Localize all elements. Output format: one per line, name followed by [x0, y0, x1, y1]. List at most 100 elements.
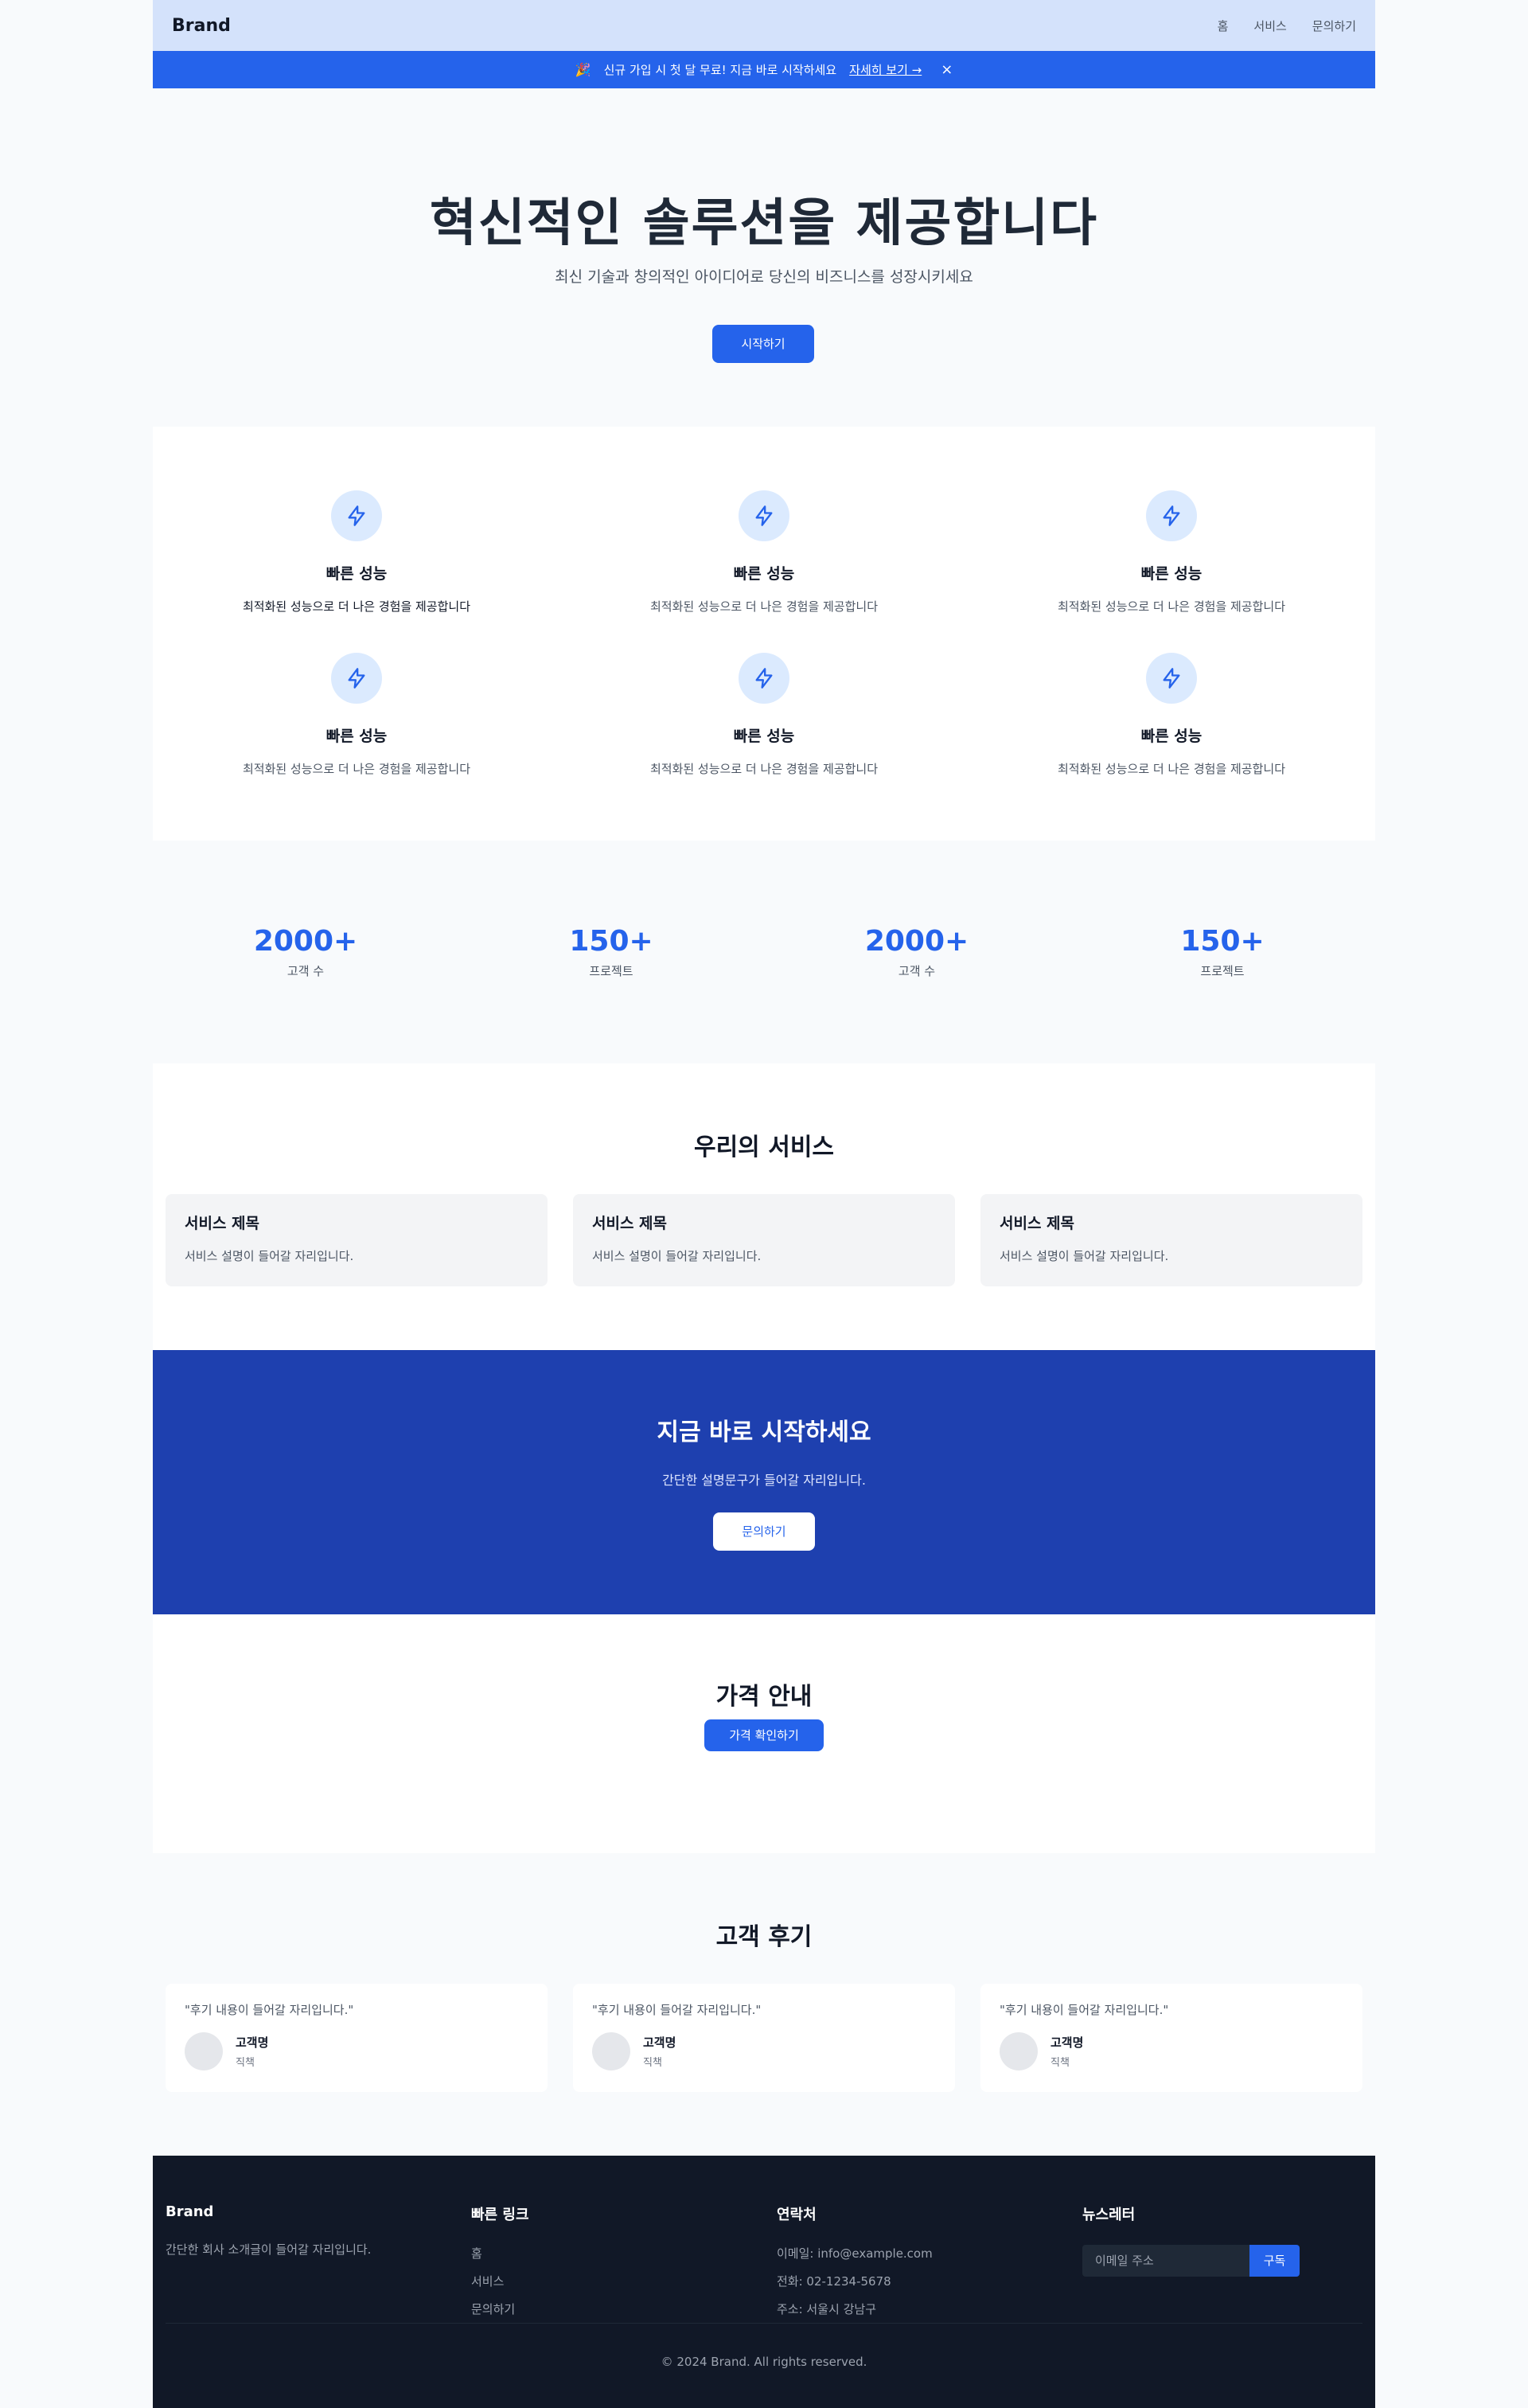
- brand-logo[interactable]: Brand: [172, 16, 231, 36]
- footer-phone: 전화: 02-1234-5678: [777, 2274, 891, 2289]
- lightning-icon: [739, 490, 789, 541]
- contact-button[interactable]: 문의하기: [713, 1512, 815, 1551]
- service-title: 서비스 제목: [592, 1215, 668, 1232]
- feature-item: 빠른 성능 최적화된 성능으로 더 나은 경험을 제공합니다: [166, 653, 548, 777]
- avatar: [1000, 2032, 1038, 2070]
- nav-contact-link[interactable]: 문의하기: [1312, 18, 1356, 34]
- testimonial-quote: "후기 내용이 들어갈 자리입니다.": [1000, 2003, 1169, 2017]
- service-card[interactable]: 서비스 제목 서비스 설명이 들어갈 자리입니다.: [166, 1194, 548, 1286]
- site-header: Brand 홈 서비스 문의하기: [153, 0, 1375, 51]
- author-role: 직책: [1050, 2057, 1070, 2069]
- feature-desc: 최적화된 성능으로 더 나은 경험을 제공합니다: [242, 599, 471, 614]
- hero-title: 혁신적인 솔루션을 제공합니다: [429, 194, 1098, 253]
- feature-item: 빠른 성능 최적화된 성능으로 더 나은 경험을 제공합니다: [573, 653, 955, 777]
- stat-number: 2000+: [864, 925, 969, 958]
- testimonial-author: 고객명 직책: [185, 2032, 528, 2070]
- start-button[interactable]: 시작하기: [712, 325, 814, 363]
- feature-item: 빠른 성능 최적화된 성능으로 더 나은 경험을 제공합니다: [980, 490, 1362, 615]
- feature-desc: 최적화된 성능으로 더 나은 경험을 제공합니다: [1057, 762, 1286, 776]
- testimonials-section: 고객 후기 "후기 내용이 들어갈 자리입니다." 고객명 직책 "후기 내용이…: [153, 1853, 1375, 2156]
- party-popper-icon: 🎉: [575, 62, 591, 77]
- footer-contact: 연락처 이메일: info@example.com 전화: 02-1234-56…: [777, 2203, 1057, 2317]
- feature-title: 빠른 성능: [733, 565, 795, 583]
- landing-page: Brand 홈 서비스 문의하기 🎉 신규 가입 시 첫 달 무료! 지금 바로…: [153, 0, 1375, 2408]
- testimonial-quote: "후기 내용이 들어갈 자리입니다.": [592, 2003, 762, 2017]
- stat-label: 프로젝트: [589, 964, 633, 978]
- features-section: 빠른 성능 최적화된 성능으로 더 나은 경험을 제공합니다 빠른 성능 최적화…: [153, 427, 1375, 841]
- avatar: [592, 2032, 630, 2070]
- testimonial-quote: "후기 내용이 들어갈 자리입니다.": [185, 2003, 354, 2017]
- stat-number: 2000+: [253, 925, 358, 958]
- footer-link-contact[interactable]: 문의하기: [471, 2301, 751, 2317]
- stat-label: 프로젝트: [1200, 964, 1245, 978]
- hero-subtitle: 최신 기술과 창의적인 아이디어로 당신의 비즈니스를 성장시키세요: [555, 268, 973, 286]
- main-nav: 홈 서비스 문의하기: [1218, 18, 1356, 34]
- newsletter-email-input[interactable]: 이메일 주소: [1082, 2245, 1249, 2277]
- feature-item: 빠른 성능 최적화된 성능으로 더 나은 경험을 제공합니다: [980, 653, 1362, 777]
- stat-item: 150+ 프로젝트: [458, 925, 764, 979]
- service-card[interactable]: 서비스 제목 서비스 설명이 들어갈 자리입니다.: [573, 1194, 955, 1286]
- footer-email: 이메일: info@example.com: [777, 2246, 933, 2261]
- service-card[interactable]: 서비스 제목 서비스 설명이 들어갈 자리입니다.: [980, 1194, 1362, 1286]
- testimonial-card: "후기 내용이 들어갈 자리입니다." 고객명 직책: [166, 1984, 548, 2092]
- copyright-text: © 2024 Brand. All rights reserved.: [661, 2355, 867, 2369]
- lightning-icon: [1146, 653, 1197, 704]
- banner-text: 신규 가입 시 첫 달 무료! 지금 바로 시작하세요: [603, 63, 837, 77]
- feature-title: 빠른 성능: [1140, 565, 1203, 583]
- nav-services-link[interactable]: 서비스: [1253, 18, 1286, 34]
- footer-links: 빠른 링크 홈 서비스 문의하기: [471, 2203, 751, 2317]
- services-title: 우리의 서비스: [693, 1134, 835, 1161]
- footer-brand: Brand: [166, 2203, 214, 2220]
- feature-desc: 최적화된 성능으로 더 나은 경험을 제공합니다: [242, 762, 471, 776]
- testimonial-author: 고객명 직책: [592, 2032, 936, 2070]
- newsletter-form: 이메일 주소 구독: [1082, 2245, 1362, 2277]
- check-pricing-button[interactable]: 가격 확인하기: [704, 1719, 824, 1751]
- close-icon[interactable]: ×: [941, 61, 953, 78]
- feature-item: 빠른 성능 최적화된 성능으로 더 나은 경험을 제공합니다: [573, 490, 955, 615]
- subscribe-button[interactable]: 구독: [1249, 2245, 1300, 2277]
- stats-section: 2000+ 고객 수 150+ 프로젝트 2000+ 고객 수 150+ 프로젝…: [153, 841, 1375, 1064]
- footer-address: 주소: 서울시 강남구: [777, 2302, 876, 2316]
- testimonial-card: "후기 내용이 들어갈 자리입니다." 고객명 직책: [980, 1984, 1362, 2092]
- hero-section: 혁신적인 솔루션을 제공합니다 최신 기술과 창의적인 아이디어로 당신의 비즈…: [153, 88, 1375, 427]
- pricing-title: 가격 안내: [715, 1683, 813, 1711]
- banner-more-link[interactable]: 자세히 보기 →: [849, 61, 922, 78]
- lightning-icon: [331, 490, 382, 541]
- stat-number: 150+: [569, 925, 653, 958]
- stat-item: 2000+ 고객 수: [153, 925, 458, 979]
- pricing-section: 가격 안내 가격 확인하기: [153, 1614, 1375, 1853]
- stat-label: 고객 수: [898, 964, 936, 978]
- author-name: 고객명: [643, 2035, 676, 2050]
- feature-desc: 최적화된 성능으로 더 나은 경험을 제공합니다: [649, 599, 879, 614]
- stat-item: 150+ 프로젝트: [1070, 925, 1375, 979]
- footer-about: Brand 간단한 회사 소개글이 들어갈 자리입니다.: [166, 2203, 446, 2258]
- service-desc: 서비스 설명이 들어갈 자리입니다.: [185, 1249, 354, 1263]
- avatar: [185, 2032, 223, 2070]
- lightning-icon: [1146, 490, 1197, 541]
- service-desc: 서비스 설명이 들어갈 자리입니다.: [1000, 1249, 1169, 1263]
- service-title: 서비스 제목: [1000, 1215, 1075, 1232]
- feature-title: 빠른 성능: [733, 728, 795, 745]
- lightning-icon: [739, 653, 789, 704]
- testimonial-author: 고객명 직책: [1000, 2032, 1343, 2070]
- newsletter-title: 뉴스레터: [1082, 2207, 1136, 2223]
- footer-link-home[interactable]: 홈: [471, 2245, 751, 2262]
- footer-about-text: 간단한 회사 소개글이 들어갈 자리입니다.: [166, 2242, 372, 2257]
- author-role: 직책: [236, 2057, 255, 2069]
- site-footer: Brand 간단한 회사 소개글이 들어갈 자리입니다. 빠른 링크 홈 서비스…: [153, 2156, 1375, 2408]
- footer-newsletter: 뉴스레터 이메일 주소 구독: [1082, 2203, 1362, 2277]
- testimonials-title: 고객 후기: [715, 1923, 813, 1951]
- stat-number: 150+: [1180, 925, 1265, 958]
- feature-desc: 최적화된 성능으로 더 나은 경험을 제공합니다: [649, 762, 879, 776]
- feature-title: 빠른 성능: [325, 728, 388, 745]
- feature-title: 빠른 성능: [1140, 728, 1203, 745]
- cta-title: 지금 바로 시작하세요: [657, 1419, 871, 1446]
- author-name: 고객명: [1050, 2035, 1084, 2050]
- lightning-icon: [331, 653, 382, 704]
- footer-links-title: 빠른 링크: [471, 2207, 529, 2223]
- footer-link-services[interactable]: 서비스: [471, 2273, 751, 2289]
- footer-divider: [166, 2323, 1362, 2324]
- testimonial-card: "후기 내용이 들어갈 자리입니다." 고객명 직책: [573, 1984, 955, 2092]
- nav-home-link[interactable]: 홈: [1218, 18, 1229, 34]
- author-name: 고객명: [236, 2035, 269, 2050]
